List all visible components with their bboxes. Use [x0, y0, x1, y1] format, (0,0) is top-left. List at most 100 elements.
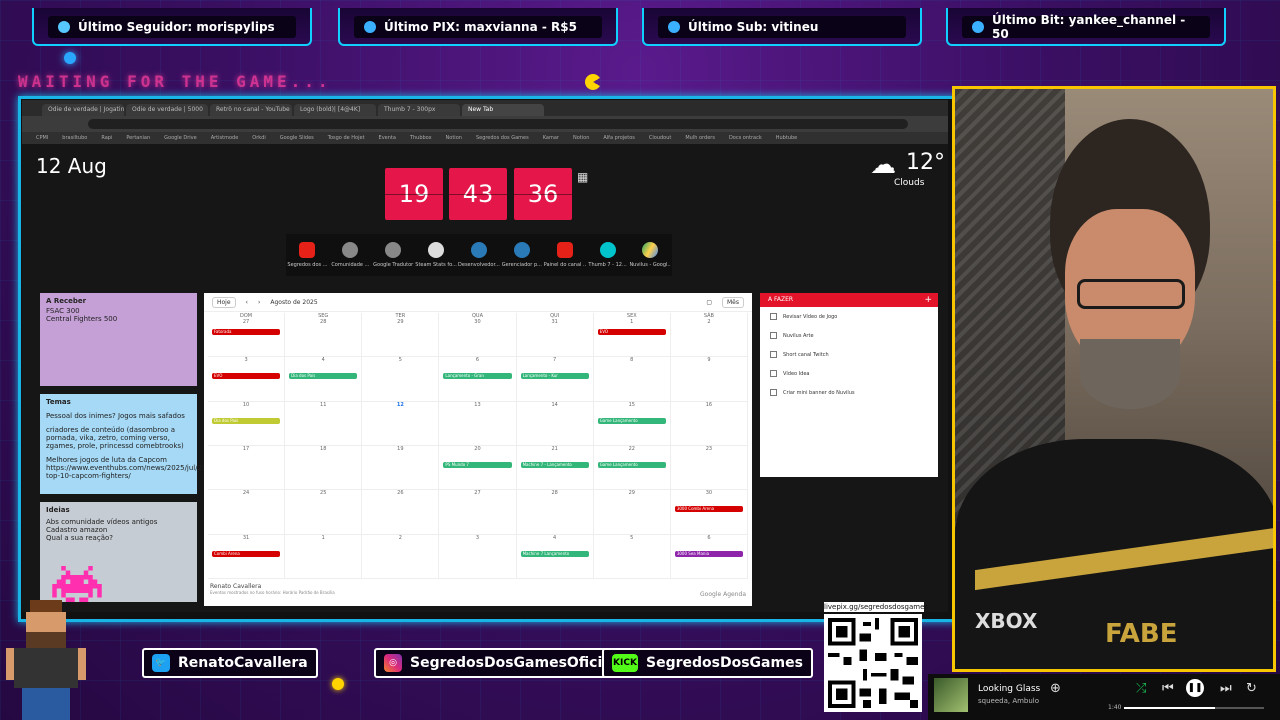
calendar-day-cell[interactable]: 14: [516, 401, 594, 446]
checkbox[interactable]: [770, 389, 777, 396]
calendar-day-cell[interactable]: TER 29: [362, 313, 440, 358]
calendar-day-cell[interactable]: QUI 31: [516, 313, 594, 358]
bookmark[interactable]: Notion: [573, 132, 589, 144]
previous-icon[interactable]: ⏮: [1162, 681, 1174, 696]
next-month-icon[interactable]: ›: [258, 299, 260, 306]
bookmark[interactable]: Artistmode: [211, 132, 239, 144]
calendar-event[interactable]: Game Lançamento: [597, 461, 666, 468]
calendar-day-cell[interactable]: 16: [670, 401, 748, 446]
calendar-day-cell[interactable]: 15 Game Lançamento: [593, 401, 671, 446]
calendar-day-cell[interactable]: 6 3000 Sea Mania: [670, 534, 748, 579]
calendar-day-cell[interactable]: 17: [208, 445, 286, 491]
calendar-event[interactable]: Lançamento - Gran: [443, 373, 512, 380]
calendar-day-cell[interactable]: 11: [285, 401, 363, 446]
bookmark[interactable]: Google Drive: [164, 132, 197, 144]
checkbox[interactable]: [770, 313, 777, 320]
calendar-day-cell[interactable]: 1: [285, 534, 363, 579]
calendar-event[interactable]: Machine 7 - Lançamento: [520, 461, 589, 468]
calendar-day-cell[interactable]: 4 Dia dos Pais: [285, 357, 363, 402]
calendar-day-cell[interactable]: 23: [670, 445, 748, 491]
calendar-day-cell[interactable]: DOM 27 Fatorada: [208, 313, 286, 358]
bookmark[interactable]: Notion: [446, 132, 462, 144]
bookmark[interactable]: Kamar: [543, 132, 559, 144]
apps-grid-icon[interactable]: ▦: [577, 170, 588, 184]
calendar-day-cell[interactable]: 27: [439, 490, 517, 535]
bookmark[interactable]: CPMI: [36, 132, 48, 144]
bookmark[interactable]: Pertanian: [126, 132, 150, 144]
calendar-event[interactable]: Combi Arena: [212, 550, 281, 557]
calendar-day-cell[interactable]: 12: [362, 401, 440, 446]
bookmark[interactable]: Google Slides: [280, 132, 314, 144]
calendar-day-cell[interactable]: 26: [362, 490, 440, 535]
calendar-day-cell[interactable]: 5: [362, 357, 440, 402]
today-button[interactable]: Hoje: [212, 296, 236, 308]
calendar-day-cell[interactable]: 19: [362, 445, 440, 491]
calendar-day-cell[interactable]: 20 PS Mundo 7: [439, 445, 517, 491]
calendar-event[interactable]: Fatorada: [212, 329, 281, 335]
calendar-day-cell[interactable]: 30 3000 Combi Arena: [670, 490, 748, 535]
calendar-day-cell[interactable]: 13: [439, 401, 517, 446]
calendar-day-cell[interactable]: 28: [516, 490, 594, 535]
calendar-day-cell[interactable]: 29: [593, 490, 671, 535]
calendar-day-cell[interactable]: 7 Lançamento - Kur: [516, 357, 594, 402]
browser-tab[interactable]: Retrô no canal - YouTube: [210, 104, 292, 116]
todo-item[interactable]: Nuvilus Arte: [760, 326, 938, 345]
browser-tab[interactable]: Odie de verdade | 5000: [126, 104, 208, 116]
calendar-event[interactable]: 3000 Sea Mania: [674, 550, 743, 557]
calendar-day-cell[interactable]: SEG 28: [285, 313, 363, 358]
bookmark[interactable]: Tosgo de Hojet: [328, 132, 365, 144]
checkbox[interactable]: [770, 332, 777, 339]
print-icon[interactable]: ▢: [706, 299, 712, 306]
calendar-day-cell[interactable]: 6 Lançamento - Gran: [439, 357, 517, 402]
progress-bar[interactable]: [1124, 707, 1264, 709]
bookmark[interactable]: Segredos dos Games: [476, 132, 529, 144]
bookmark[interactable]: Eventa: [379, 132, 396, 144]
shortcut-tile[interactable]: Nuvilus - Googl...: [629, 234, 671, 276]
calendar-day-cell[interactable]: 21 Machine 7 - Lançamento: [516, 445, 594, 491]
calendar-day-cell[interactable]: 5: [593, 534, 671, 579]
shortcut-tile[interactable]: Comunidade ...: [329, 234, 371, 276]
calendar-day-cell[interactable]: 25: [285, 490, 363, 535]
calendar-event[interactable]: Lançamento - Kur: [520, 373, 589, 380]
calendar-day-cell[interactable]: 3 EVO: [208, 357, 286, 402]
calendar-day-cell[interactable]: SEX 1 EVO: [593, 313, 671, 358]
checkbox[interactable]: [770, 370, 777, 377]
calendar-day-cell[interactable]: 9: [670, 357, 748, 402]
shortcut-tile[interactable]: Thumb 7 - 12...: [587, 234, 629, 276]
view-selector[interactable]: Mês: [722, 296, 744, 308]
calendar-day-cell[interactable]: 4 Machine 7 Lançamento: [516, 534, 594, 579]
shortcut-tile[interactable]: Painel do canal ...: [544, 234, 586, 276]
calendar-event[interactable]: PS Mundo 7: [443, 461, 512, 468]
note-temas[interactable]: Temas Pessoal dos inimes? Jogos mais saf…: [40, 394, 248, 494]
calendar-day-cell[interactable]: 2: [362, 534, 440, 579]
calendar-day-cell[interactable]: 8: [593, 357, 671, 402]
calendar-event[interactable]: Machine 7 Lançamento: [520, 550, 589, 557]
calendar-event[interactable]: EVO: [597, 329, 666, 335]
pause-button[interactable]: ❚❚: [1186, 679, 1204, 697]
calendar-event[interactable]: Game Lançamento: [597, 417, 666, 424]
add-task-icon[interactable]: +: [924, 293, 932, 307]
bookmark[interactable]: Mulh orders: [685, 132, 715, 144]
shortcut-tile[interactable]: Gerenciador p...: [501, 234, 543, 276]
bookmark[interactable]: Docs ontrack: [729, 132, 762, 144]
bookmark[interactable]: Rapi: [101, 132, 112, 144]
shortcut-tile[interactable]: Segredos dos ...: [286, 234, 328, 276]
calendar-event[interactable]: Dia dos Pais: [289, 373, 358, 380]
calendar-event[interactable]: 3000 Combi Arena: [674, 506, 743, 513]
note-a-receber[interactable]: A Receber FSAC 300 Central Fighters 500: [40, 293, 197, 386]
calendar-day-cell[interactable]: 31 Combi Arena: [208, 534, 286, 579]
repeat-icon[interactable]: ↻: [1246, 681, 1257, 696]
todo-item[interactable]: Short canal Twitch: [760, 345, 938, 364]
browser-tab-active[interactable]: New Tab: [462, 104, 544, 116]
calendar-day-cell[interactable]: SÁB 2: [670, 313, 748, 358]
browser-tab[interactable]: Thumb 7 - 300px: [378, 104, 460, 116]
shortcut-tile[interactable]: Steam Stats fo...: [415, 234, 457, 276]
bookmark[interactable]: Alfa projetos: [603, 132, 635, 144]
calendar-day-cell[interactable]: 24: [208, 490, 286, 535]
calendar-event[interactable]: Dia dos Pais: [212, 417, 281, 424]
todo-item[interactable]: Revisar Vídeo de Jogo: [760, 307, 938, 326]
calendar-day-cell[interactable]: 22 Game Lançamento: [593, 445, 671, 491]
url-input[interactable]: [88, 119, 908, 129]
todo-item[interactable]: Vídeo Idea: [760, 364, 938, 383]
checkbox[interactable]: [770, 351, 777, 358]
